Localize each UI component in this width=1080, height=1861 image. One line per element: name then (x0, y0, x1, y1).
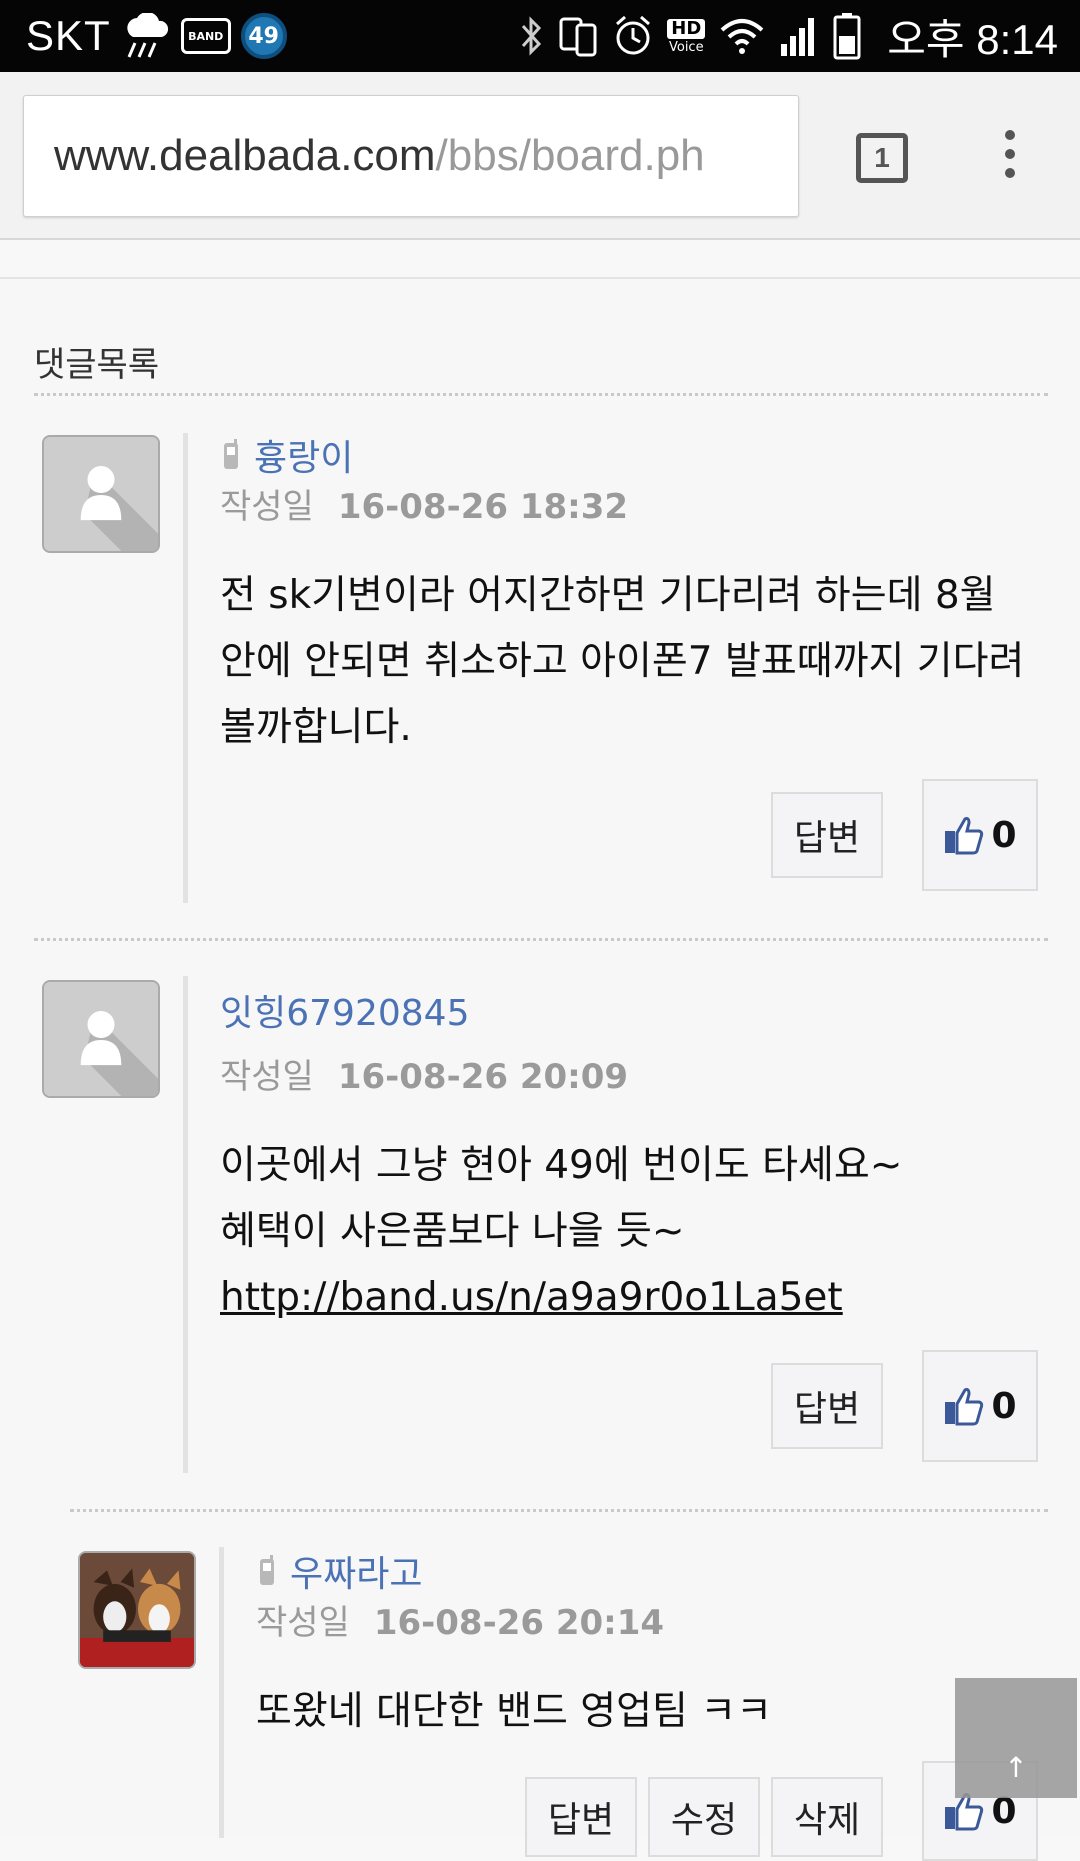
avatar (78, 1551, 196, 1669)
comment-body: 전 sk기변이라 어지간하면 기다리려 하는데 8월 안에 안되면 취소하고 아… (220, 573, 1025, 750)
comment-author-row: 우짜라고 (258, 1545, 422, 1597)
mobile-icon (224, 439, 238, 469)
thumbs-up-icon (945, 817, 984, 855)
divider (34, 393, 1048, 396)
comment-author-row: 잇힝67920845 (220, 984, 469, 1036)
divider (34, 938, 1048, 941)
url-domain: www.dealbada.com (54, 131, 436, 180)
comment-date: 작성일 16-08-26 18:32 (220, 487, 629, 527)
comment-author-row: 흉랑이 (222, 429, 353, 481)
url-bar[interactable]: www.dealbada.com/bbs/board.ph (23, 95, 799, 217)
comment-date: 작성일 16-08-26 20:09 (220, 1057, 629, 1097)
status-bar: SKT BAND 49 HD Voice 오후 8:14 (0, 0, 1080, 72)
comments-section: 댓글목록 흉랑이 작성일 16-08-26 18:32 전 sk기변이라 어지간하… (0, 277, 1080, 1861)
delete-button[interactable]: 삭제 (771, 1777, 883, 1857)
overflow-menu-icon[interactable] (998, 130, 1022, 186)
comment-thread-line (219, 1547, 224, 1838)
url-path: /bbs/board.ph (435, 131, 705, 180)
avatar (42, 980, 160, 1098)
hd-voice-icon: HD Voice (667, 17, 706, 55)
comment-link[interactable]: http://band.us/n/a9a9r0o1La5et (220, 1275, 843, 1320)
browser-toolbar: www.dealbada.com/bbs/board.ph 1 (0, 72, 1080, 240)
like-button[interactable]: 0 (922, 1350, 1038, 1462)
scroll-to-top-button[interactable]: ↑ (955, 1678, 1077, 1798)
section-title: 댓글목록 (34, 345, 160, 385)
like-button[interactable]: 0 (922, 779, 1038, 891)
edit-button[interactable]: 수정 (648, 1777, 760, 1857)
comment-date: 작성일 16-08-26 20:14 (256, 1603, 665, 1643)
wifi-icon (720, 19, 764, 54)
thumbs-up-icon (945, 1388, 984, 1426)
like-count: 0 (991, 1385, 1017, 1427)
comment-thread-line (183, 976, 188, 1473)
comment-body: 이곳에서 그냥 현아 49에 번이도 타세요~ 혜택이 사은품보다 나을 듯~ … (220, 1143, 903, 1320)
clock: 오후 8:14 (887, 15, 1058, 63)
reply-button[interactable]: 답변 (771, 1363, 883, 1449)
comment-body: 또왔네 대단한 밴드 영업팀 ㅋㅋ (256, 1689, 773, 1734)
reply-button[interactable]: 답변 (525, 1777, 637, 1857)
signal-icon (781, 18, 815, 56)
screen-mirror-icon (559, 17, 597, 57)
comment-thread-line (183, 433, 188, 903)
avatar (42, 435, 160, 553)
like-count: 0 (991, 814, 1017, 856)
carrier-label: SKT (26, 12, 111, 59)
band-app-icon: BAND (180, 18, 231, 54)
comment-author[interactable]: 우짜라고 (290, 1545, 422, 1597)
bluetooth-icon (522, 16, 542, 56)
comment-author[interactable]: 잇힝67920845 (220, 984, 469, 1036)
comment-author[interactable]: 흉랑이 (254, 429, 353, 481)
battery-icon (833, 13, 861, 60)
mobile-icon (260, 1555, 274, 1585)
notification-count-badge: 49 (240, 13, 287, 59)
alarm-icon (616, 15, 651, 55)
divider (70, 1509, 1048, 1512)
reply-button[interactable]: 답변 (771, 792, 883, 878)
tab-switcher-button[interactable]: 1 (856, 133, 908, 183)
weather-rain-icon (127, 13, 168, 58)
